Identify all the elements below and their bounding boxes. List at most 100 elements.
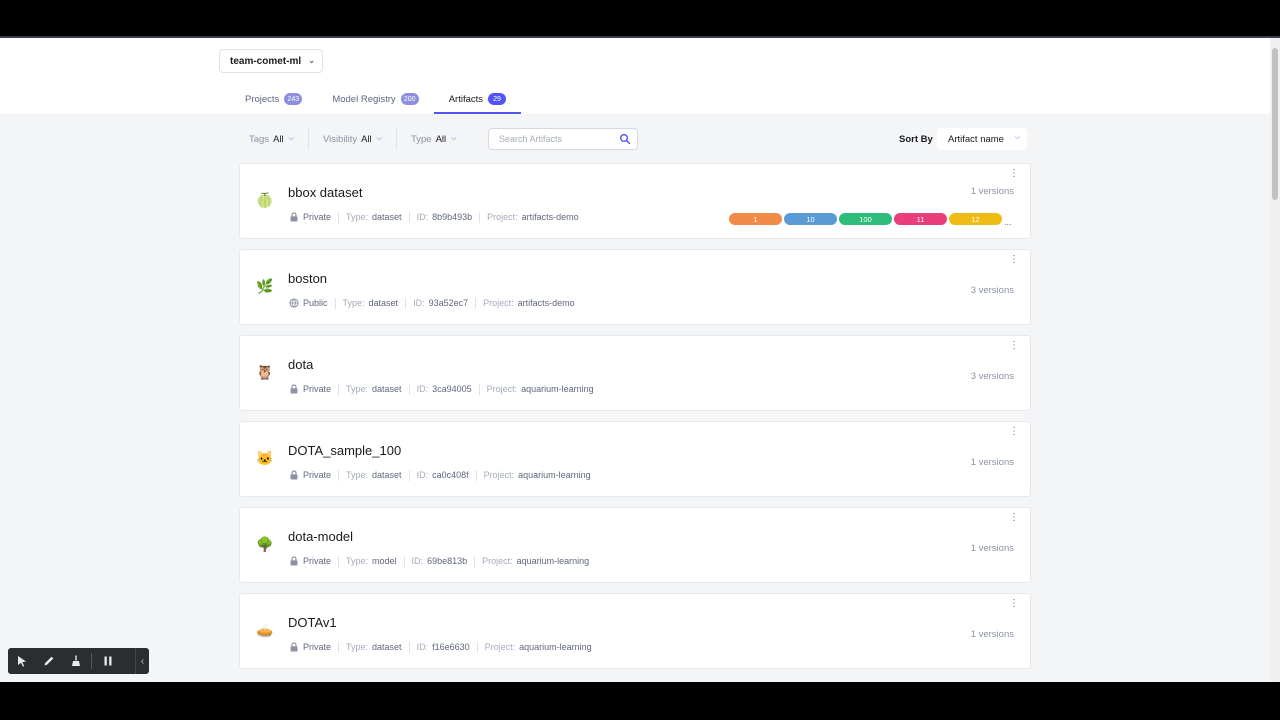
tab-label: Model Registry: [332, 93, 396, 105]
search-icon[interactable]: [619, 133, 631, 145]
search-placeholder: Search Artifacts: [499, 134, 563, 144]
visibility-filter[interactable]: Visibility All ⌵: [323, 128, 397, 150]
type-value: dataset: [372, 212, 402, 222]
tag-list: 1 10 100 11 12 ...: [727, 211, 1014, 227]
kebab-icon[interactable]: ⋮: [1009, 513, 1019, 523]
tag-chip[interactable]: 11: [894, 213, 947, 225]
divider: [334, 297, 336, 309]
visibility-text: Private: [303, 384, 332, 394]
id-value: 69be813b: [427, 556, 468, 566]
kebab-icon[interactable]: ⋮: [1009, 169, 1019, 179]
workspace-selector[interactable]: team-comet-ml ⌄: [219, 49, 323, 73]
lock-icon: [290, 470, 298, 480]
tag-chip[interactable]: 10: [784, 213, 837, 225]
artifact-name[interactable]: dota: [288, 357, 313, 372]
collapse-toolbar-button[interactable]: ‹: [135, 648, 149, 674]
kebab-icon[interactable]: ⋮: [1009, 427, 1019, 437]
artifact-card[interactable]: 🥧 DOTAv1 Private Type: dataset ID: f16e6…: [239, 593, 1031, 669]
chevron-down-icon: ⌵: [451, 135, 457, 142]
clear-tool-button[interactable]: [62, 648, 89, 674]
visibility-text: Private: [303, 470, 332, 480]
pointer-tool-button[interactable]: [8, 648, 35, 674]
artifact-name[interactable]: DOTA_sample_100: [288, 443, 401, 458]
artifact-meta: Public Type: dataset ID: 93a52ec7 Projec…: [289, 297, 575, 309]
versions-count: 3 versions: [970, 285, 1014, 296]
visibility-text: Private: [303, 642, 332, 652]
tab-projects[interactable]: Projects 243: [230, 84, 317, 114]
sort-dropdown[interactable]: Artifact name ⌵: [937, 128, 1027, 150]
visibility-text: Private: [303, 556, 332, 566]
sort-label: Sort By: [899, 134, 933, 145]
tab-count-badge: 243: [284, 93, 303, 105]
type-key: Type:: [346, 384, 369, 394]
type-filter[interactable]: Type All ⌵: [411, 128, 466, 150]
filter-bar: Tags All ⌵ Visibility All ⌵ Type All ⌵: [249, 128, 466, 150]
visibility-text: Private: [303, 212, 332, 222]
tag-chip[interactable]: 12: [949, 213, 1002, 225]
chevron-down-icon: ⌄: [308, 56, 315, 65]
kebab-icon[interactable]: ⋮: [1009, 255, 1019, 265]
divider: [476, 641, 478, 653]
id-value: 8b9b493b: [432, 212, 473, 222]
type-value: dataset: [372, 470, 402, 480]
tag-chip[interactable]: 100: [839, 213, 892, 225]
chevron-down-icon: ⌵: [1014, 134, 1020, 141]
artifact-meta: Private Type: dataset ID: f16e6630 Proje…: [289, 641, 592, 653]
scrollbar-thumb[interactable]: [1272, 48, 1278, 200]
chevron-down-icon: ⌵: [288, 135, 294, 142]
pen-tool-button[interactable]: [35, 648, 62, 674]
chevron-down-icon: ⌵: [376, 135, 382, 142]
tags-filter[interactable]: Tags All ⌵: [249, 128, 309, 150]
artifact-name[interactable]: dota-model: [288, 529, 353, 544]
kebab-icon[interactable]: ⋮: [1009, 599, 1019, 609]
id-key: ID:: [411, 556, 424, 566]
filter-label: Type: [410, 133, 432, 145]
type-value: model: [372, 556, 397, 566]
tag-chip[interactable]: 1: [729, 213, 782, 225]
lock-icon: [290, 642, 298, 652]
project-value[interactable]: aquarium-learning: [521, 384, 594, 394]
tab-label: Projects: [245, 93, 280, 105]
toolbar-divider: [91, 653, 92, 669]
artifact-card[interactable]: 🦉 dota Private Type: dataset ID: 3ca9400…: [239, 335, 1031, 411]
artifact-meta: Private Type: model ID: 69be813b Project…: [289, 555, 589, 567]
project-value[interactable]: aquarium-learning: [519, 642, 592, 652]
project-value[interactable]: aquarium-learning: [518, 470, 591, 480]
id-key: ID:: [416, 642, 429, 652]
divider: [408, 211, 410, 223]
more-tags[interactable]: ...: [1004, 217, 1014, 227]
type-key: Type:: [346, 556, 369, 566]
artifact-card[interactable]: 🌿 boston Public Type: dataset ID: 93a52e…: [239, 249, 1031, 325]
artifact-name[interactable]: DOTAv1: [288, 615, 337, 630]
versions-count: 1 versions: [970, 543, 1014, 554]
artifact-avatar: 🌳: [256, 536, 274, 552]
project-value[interactable]: artifacts-demo: [518, 298, 575, 308]
kebab-icon[interactable]: ⋮: [1009, 341, 1019, 351]
sort-value: Artifact name: [948, 133, 1004, 145]
globe-icon: [289, 298, 299, 308]
cursor-icon: [17, 656, 26, 667]
tab-artifacts[interactable]: Artifacts 29: [433, 84, 522, 114]
tab-model-registry[interactable]: Model Registry 200: [317, 84, 433, 114]
pencil-icon: [44, 656, 53, 666]
artifact-name[interactable]: boston: [288, 271, 327, 286]
divider: [408, 469, 410, 481]
project-value[interactable]: aquarium-learning: [517, 556, 590, 566]
divider: [475, 297, 477, 309]
divider: [338, 555, 340, 567]
artifact-card[interactable]: 🍈 bbox dataset Private Type: dataset ID:…: [239, 163, 1031, 239]
project-key: Project:: [487, 212, 518, 222]
tab-count-badge: 200: [400, 93, 419, 105]
browser-bottom-bar: [0, 682, 1280, 720]
project-value[interactable]: artifacts-demo: [522, 212, 579, 222]
pause-button[interactable]: [94, 648, 121, 674]
artifact-card[interactable]: 🐱 DOTA_sample_100 Private Type: dataset …: [239, 421, 1031, 497]
id-key: ID:: [416, 212, 429, 222]
divider: [408, 383, 410, 395]
id-value: ca0c408f: [432, 470, 469, 480]
divider: [338, 211, 340, 223]
artifact-name[interactable]: bbox dataset: [288, 185, 362, 200]
artifact-card[interactable]: 🌳 dota-model Private Type: model ID: 69b…: [239, 507, 1031, 583]
lock-icon: [290, 556, 298, 566]
search-input[interactable]: Search Artifacts: [488, 128, 638, 150]
